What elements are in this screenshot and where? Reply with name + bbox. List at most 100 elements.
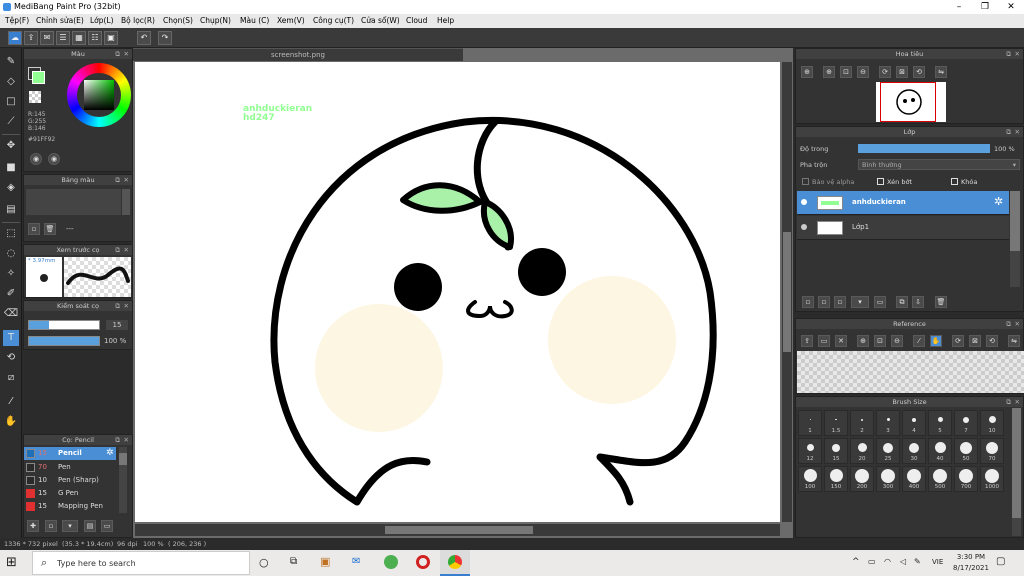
reference-flip-icon[interactable]: ⇋	[1008, 335, 1020, 347]
brush-size-option[interactable]: 300	[876, 466, 900, 492]
brush-menu-icon[interactable]: ▾	[62, 520, 78, 532]
cloud-icon[interactable]: ☁	[8, 31, 22, 45]
volume-icon[interactable]: ◁	[900, 557, 906, 566]
close-icon[interactable]: ✕	[124, 301, 129, 311]
select-pen-tool-icon[interactable]: ✐	[3, 286, 19, 302]
palette-mode-icon[interactable]: ◉	[30, 153, 42, 165]
brush-size-slider[interactable]	[28, 320, 100, 330]
protect-alpha-checkbox[interactable]	[802, 178, 809, 185]
network-icon[interactable]: ◠	[884, 557, 891, 566]
close-icon[interactable]: ✕	[124, 435, 129, 445]
chevron-up-icon[interactable]: ^	[852, 557, 860, 567]
panel-icon[interactable]: ▣	[104, 31, 118, 45]
select-tool-icon[interactable]: ⬚	[3, 226, 19, 242]
divide-tool-icon[interactable]: ⧄	[3, 370, 19, 386]
maximize-button[interactable]: ❐	[972, 0, 998, 14]
duplicate-layer-icon[interactable]: ⧉	[896, 296, 908, 308]
drawing-canvas[interactable]: anhduckieran hd247	[135, 62, 780, 522]
brush-item-mapping-pen[interactable]: 15 Mapping Pen	[24, 500, 116, 513]
minimize-button[interactable]: –	[946, 0, 972, 14]
document-tab[interactable]: screenshot.png	[133, 48, 463, 61]
brush-size-option[interactable]: 200	[850, 466, 874, 492]
menu-tools[interactable]: Công cụ(T)	[313, 16, 354, 25]
comment-icon[interactable]: ✉	[40, 31, 54, 45]
pen-icon[interactable]: ✎	[914, 557, 921, 566]
brush-size-option[interactable]: 1000	[980, 466, 1004, 492]
brush-size-option[interactable]: 1	[798, 410, 822, 436]
brush-size-option[interactable]: 2	[850, 410, 874, 436]
chat-icon[interactable]: ☰	[56, 31, 70, 45]
hand-tool-icon[interactable]: ✋	[3, 414, 19, 430]
trash-icon[interactable]: 🗑	[44, 223, 56, 235]
new-layer-1bit-icon[interactable]: ▫	[834, 296, 846, 308]
reference-eyedropper-icon[interactable]: ⁄	[913, 335, 925, 347]
brush-size-option[interactable]: 30	[902, 438, 926, 464]
new-layer-menu-icon[interactable]: ▾	[851, 296, 869, 308]
float-icon[interactable]: ⧉	[1006, 397, 1011, 407]
transparent-color-swatch[interactable]	[29, 91, 41, 103]
zoom-out-icon[interactable]: ⊖	[857, 66, 869, 78]
upload-icon[interactable]: ⇪	[24, 31, 38, 45]
store-icon[interactable]: ▣	[320, 555, 330, 568]
reference-zoom-in-icon[interactable]: ⊕	[857, 335, 869, 347]
new-layer-icon[interactable]: ▫	[802, 296, 814, 308]
float-icon[interactable]: ⧉	[1006, 49, 1011, 59]
fit-icon[interactable]: ⊡	[840, 66, 852, 78]
navigator-thumbnail[interactable]	[876, 82, 946, 122]
brush-item-g-pen[interactable]: 15 G Pen	[24, 487, 116, 500]
list-icon[interactable]: ☷	[88, 31, 102, 45]
brush-size-option[interactable]: 7	[954, 410, 978, 436]
cortana-icon[interactable]: ○	[259, 556, 269, 569]
rotate-icon[interactable]: ⟳	[879, 66, 891, 78]
text-tool-icon[interactable]: T	[3, 330, 19, 346]
color-settings-icon[interactable]: ◉	[48, 153, 60, 165]
clock-time[interactable]: 3:30 PM	[956, 553, 986, 561]
background-color-swatch[interactable]	[32, 71, 45, 84]
brush-size-scrollbar[interactable]	[1012, 408, 1021, 536]
fill-rect-tool-icon[interactable]: ■	[3, 160, 19, 176]
select-eraser-tool-icon[interactable]: ⌫	[3, 306, 19, 322]
menu-cloud[interactable]: Cloud	[406, 16, 427, 25]
menu-layer[interactable]: Lớp(L)	[90, 16, 114, 25]
brush-size-option[interactable]: 10	[980, 410, 1004, 436]
reference-reset-icon[interactable]: ⊠	[969, 335, 981, 347]
new-page-icon[interactable]: ▫	[28, 223, 40, 235]
brush-size-option[interactable]: 70	[980, 438, 1004, 464]
layer-row-lop1[interactable]: Lớp1	[797, 216, 1009, 240]
float-icon[interactable]: ⧉	[115, 49, 120, 59]
float-icon[interactable]: ⧉	[1006, 127, 1011, 137]
menu-color[interactable]: Màu (C)	[240, 16, 269, 25]
canvas-vertical-scrollbar[interactable]	[782, 62, 792, 522]
brush-item-pencil[interactable]: 15 Pencil ✲	[24, 447, 116, 460]
menu-filter[interactable]: Bộ lọc(R)	[121, 16, 155, 25]
brush-size-option[interactable]: 1.5	[824, 410, 848, 436]
color-square[interactable]	[84, 80, 114, 110]
eye-icon[interactable]	[801, 224, 807, 230]
brush-size-value[interactable]: 15	[106, 320, 128, 330]
menu-view[interactable]: Xem(V)	[277, 16, 305, 25]
eyedropper-tool-icon[interactable]: ⁄	[3, 394, 19, 410]
menu-file[interactable]: Tệp(F)	[5, 16, 29, 25]
float-icon[interactable]: ⧉	[115, 435, 120, 445]
brush-item-pen[interactable]: 70 Pen	[24, 461, 116, 474]
canvas-horizontal-scrollbar[interactable]	[135, 524, 780, 536]
brush-opacity-slider[interactable]	[28, 336, 100, 346]
undo-icon[interactable]: ↶	[137, 31, 151, 45]
reference-hand-icon[interactable]: ✋	[930, 335, 942, 347]
brush-item-pen-sharp[interactable]: 10 Pen (Sharp)	[24, 474, 116, 487]
zoom-icon[interactable]: ⊕	[823, 66, 835, 78]
operation-tool-icon[interactable]: ⟲	[3, 350, 19, 366]
menu-help[interactable]: Help	[437, 16, 454, 25]
clock-date[interactable]: 8/17/2021	[952, 564, 990, 572]
reference-canvas[interactable]	[797, 351, 1024, 393]
merge-down-icon[interactable]: ⇩	[912, 296, 924, 308]
new-brush-icon[interactable]: ▫	[45, 520, 57, 532]
brush-size-option[interactable]: 20	[850, 438, 874, 464]
flip-icon[interactable]: ⇋	[935, 66, 947, 78]
gradient-tool-icon[interactable]: ▤	[3, 202, 19, 218]
gear-icon[interactable]: ✲	[106, 448, 114, 458]
blend-mode-select[interactable]: Bình thường ▾	[858, 159, 1020, 170]
close-icon[interactable]: ✕	[124, 245, 129, 255]
menu-edit[interactable]: Chỉnh sửa(E)	[36, 16, 84, 25]
menu-capture[interactable]: Chụp(N)	[200, 16, 231, 25]
